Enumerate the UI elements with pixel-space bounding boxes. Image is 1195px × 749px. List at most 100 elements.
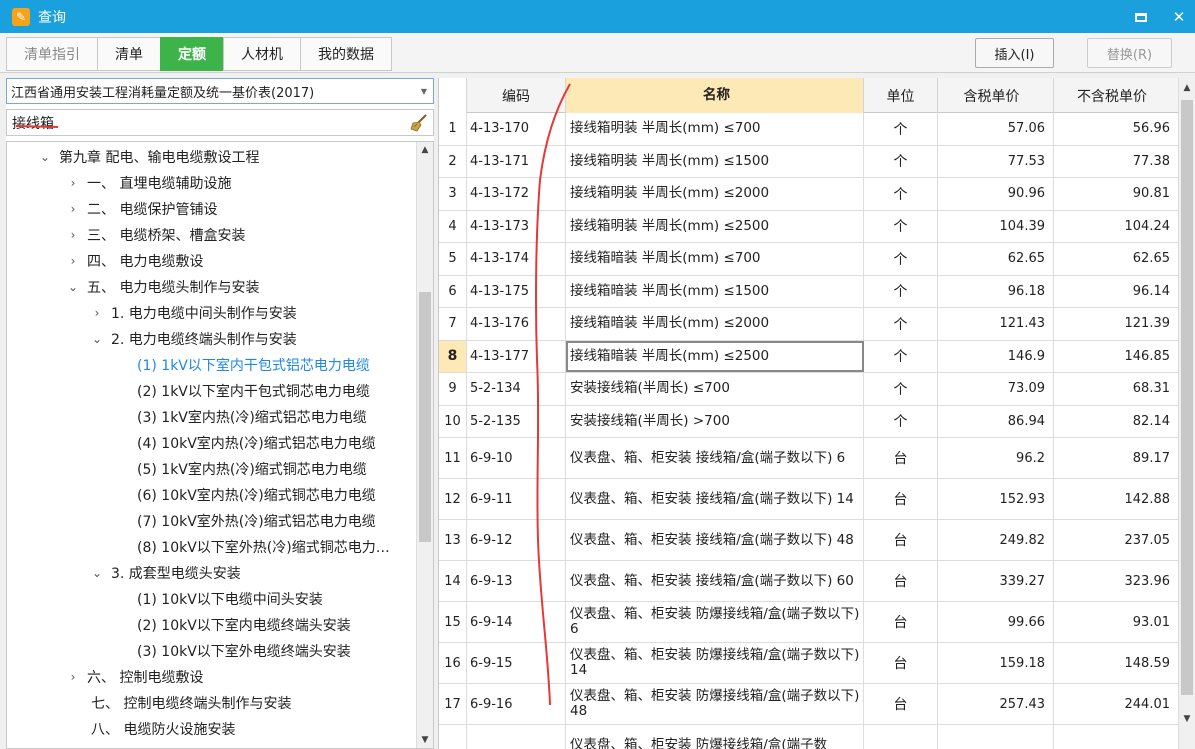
chevron-right-icon[interactable]: › <box>67 202 79 216</box>
table-row[interactable]: 10 5-2-135 安装接线箱(半周长) >700 个 86.94 82.14 <box>439 405 1179 438</box>
code-cell[interactable]: 5-2-134 <box>467 373 566 405</box>
tree-item[interactable]: › 一、 直埋电缆辅助设施 <box>67 170 232 196</box>
name-cell[interactable]: 仪表盘、箱、柜安装 接线箱/盒(端子数以下) 14 <box>566 479 864 519</box>
header-unit[interactable]: 单位 <box>864 78 938 113</box>
unit-cell[interactable]: 个 <box>864 210 938 242</box>
tree-item[interactable]: (2) 10kV以下室内电缆终端头安装 <box>137 612 351 638</box>
unit-cell[interactable]: 台 <box>864 438 938 478</box>
code-cell[interactable]: 6-9-15 <box>467 643 566 683</box>
code-cell[interactable]: 4-13-174 <box>467 243 566 275</box>
notax-price-cell[interactable]: 148.59 <box>1054 643 1179 683</box>
name-cell[interactable]: 接线箱明装 半周长(mm) ≤700 <box>566 113 864 145</box>
table-row[interactable]: 14 6-9-13 仪表盘、箱、柜安装 接线箱/盒(端子数以下) 60 台 339.27… <box>439 561 1179 602</box>
unit-cell[interactable]: 个 <box>864 178 938 210</box>
tree-scrollbar[interactable]: ▲ ▼ <box>416 142 433 748</box>
insert-button[interactable]: 插入(I) <box>975 38 1054 68</box>
tree-item[interactable]: (1) 1kV以下室内干包式铝芯电力电缆 <box>137 352 370 378</box>
table-row[interactable]: 6 4-13-175 接线箱暗装 半周长(mm) ≤1500 个 96.18 96.14 <box>439 275 1179 308</box>
code-cell[interactable]: 4-13-172 <box>467 178 566 210</box>
scroll-up-icon[interactable]: ▲ <box>417 142 433 158</box>
name-cell[interactable]: 接线箱明装 半周长(mm) ≤2500 <box>566 210 864 242</box>
tax-price-cell[interactable]: 121.43 <box>938 308 1054 340</box>
table-row[interactable]: 12 6-9-11 仪表盘、箱、柜安装 接线箱/盒(端子数以下) 14 台 152.93… <box>439 479 1179 520</box>
tree-item[interactable]: (8) 10kV以下室外热(冷)缩式铜芯电力… <box>137 534 390 560</box>
notax-price-cell[interactable]: 142.88 <box>1054 479 1179 519</box>
tab-3[interactable]: 人材机 <box>223 37 300 71</box>
header-notax-price[interactable]: 不含税单价 <box>1054 78 1179 113</box>
chevron-down-icon[interactable]: ⌄ <box>91 332 103 346</box>
tax-price-cell[interactable]: 96.2 <box>938 438 1054 478</box>
tax-price-cell[interactable]: 249.82 <box>938 520 1054 560</box>
tree-item[interactable]: 八、 电缆防火设施安装 <box>91 716 235 742</box>
table-row[interactable]: 3 4-13-172 接线箱明装 半周长(mm) ≤2000 个 90.96 90.81 <box>439 178 1179 211</box>
minimize-icon[interactable] <box>1133 8 1149 26</box>
tab-1[interactable]: 清单 <box>97 37 160 71</box>
tab-4[interactable]: 我的数据 <box>300 37 392 71</box>
tree-item[interactable]: (7) 10kV室外热(冷)缩式铝芯电力电缆 <box>137 508 376 534</box>
tree-item[interactable]: (5) 1kV室内热(冷)缩式铜芯电力电缆 <box>137 456 367 482</box>
broom-icon[interactable] <box>409 113 429 133</box>
notax-price-cell[interactable]: 237.05 <box>1054 520 1179 560</box>
tree-item[interactable]: ⌄ 第九章 配电、输电电缆敷设工程 <box>39 144 259 170</box>
tab-0[interactable]: 清单指引 <box>6 37 97 71</box>
header-code[interactable]: 编码 <box>467 78 566 113</box>
scroll-up-icon[interactable]: ▲ <box>1179 80 1195 96</box>
tree-item[interactable]: › 1. 电力电缆中间头制作与安装 <box>91 300 297 326</box>
chevron-right-icon[interactable]: › <box>91 306 103 320</box>
name-cell[interactable]: 仪表盘、箱、柜安装 接线箱/盒(端子数以下) 48 <box>566 520 864 560</box>
notax-price-cell[interactable] <box>1054 725 1179 749</box>
table-row[interactable]: 8 4-13-177 接线箱暗装 半周长(mm) ≤2500 个 146.9 146.85 <box>439 340 1179 373</box>
grid-scrollbar[interactable]: ▲ ▼ <box>1178 78 1195 749</box>
tax-price-cell[interactable]: 159.18 <box>938 643 1054 683</box>
name-cell[interactable]: 接线箱暗装 半周长(mm) ≤2500 <box>566 340 864 372</box>
unit-cell[interactable]: 个 <box>864 275 938 307</box>
table-row[interactable]: 7 4-13-176 接线箱暗装 半周长(mm) ≤2000 个 121.43 121.3… <box>439 308 1179 341</box>
tax-price-cell[interactable]: 152.93 <box>938 479 1054 519</box>
chevron-down-icon[interactable]: ⌄ <box>39 150 51 164</box>
scroll-down-icon[interactable]: ▼ <box>417 732 433 748</box>
scroll-thumb[interactable] <box>419 292 431 542</box>
name-cell[interactable]: 仪表盘、箱、柜安装 防爆接线箱/盒(端子数以下) 48 <box>566 684 864 724</box>
notax-price-cell[interactable]: 90.81 <box>1054 178 1179 210</box>
code-cell[interactable]: 4-13-171 <box>467 145 566 177</box>
notax-price-cell[interactable]: 68.31 <box>1054 373 1179 405</box>
tree-item[interactable]: (3) 10kV以下室外电缆终端头安装 <box>137 638 351 664</box>
unit-cell[interactable]: 个 <box>864 405 938 437</box>
unit-cell[interactable] <box>864 725 938 749</box>
name-cell[interactable]: 安装接线箱(半周长) >700 <box>566 405 864 437</box>
tax-price-cell[interactable]: 99.66 <box>938 602 1054 642</box>
header-index[interactable] <box>439 78 467 113</box>
notax-price-cell[interactable]: 62.65 <box>1054 243 1179 275</box>
code-cell[interactable] <box>467 725 566 749</box>
tax-price-cell[interactable]: 104.39 <box>938 210 1054 242</box>
tax-price-cell[interactable]: 86.94 <box>938 405 1054 437</box>
chevron-right-icon[interactable]: › <box>67 670 79 684</box>
code-cell[interactable]: 6-9-11 <box>467 479 566 519</box>
header-tax-price[interactable]: 含税单价 <box>938 78 1054 113</box>
tax-price-cell[interactable]: 90.96 <box>938 178 1054 210</box>
name-cell[interactable]: 接线箱明装 半周长(mm) ≤1500 <box>566 145 864 177</box>
unit-cell[interactable]: 台 <box>864 684 938 724</box>
code-cell[interactable]: 4-13-173 <box>467 210 566 242</box>
tree-item[interactable]: (2) 1kV以下室内干包式铜芯电力电缆 <box>137 378 370 404</box>
name-cell[interactable]: 接线箱暗装 半周长(mm) ≤1500 <box>566 275 864 307</box>
tree-item[interactable]: › 四、 电力电缆敷设 <box>67 248 204 274</box>
unit-cell[interactable]: 台 <box>864 643 938 683</box>
tax-price-cell[interactable]: 62.65 <box>938 243 1054 275</box>
name-cell[interactable]: 仪表盘、箱、柜安装 防爆接线箱/盒(端子数以下) 6 <box>566 602 864 642</box>
library-dropdown[interactable]: 江西省通用安装工程消耗量定额及统一基价表(2017) ▼ <box>6 78 434 104</box>
tax-price-cell[interactable]: 257.43 <box>938 684 1054 724</box>
name-cell[interactable]: 接线箱暗装 半周长(mm) ≤700 <box>566 243 864 275</box>
search-input[interactable]: 接线箱 <box>6 109 434 136</box>
tax-price-cell[interactable]: 77.53 <box>938 145 1054 177</box>
name-cell[interactable]: 仪表盘、箱、柜安装 接线箱/盒(端子数以下) 6 <box>566 438 864 478</box>
tax-price-cell[interactable]: 73.09 <box>938 373 1054 405</box>
name-cell[interactable]: 接线箱明装 半周长(mm) ≤2000 <box>566 178 864 210</box>
unit-cell[interactable]: 台 <box>864 520 938 560</box>
notax-price-cell[interactable]: 96.14 <box>1054 275 1179 307</box>
chevron-down-icon[interactable]: ⌄ <box>67 280 79 294</box>
chevron-down-icon[interactable]: ⌄ <box>91 566 103 580</box>
name-cell[interactable]: 仪表盘、箱、柜安装 防爆接线箱/盒(端子数以下) 14 <box>566 643 864 683</box>
tax-price-cell[interactable]: 146.9 <box>938 340 1054 372</box>
tax-price-cell[interactable]: 96.18 <box>938 275 1054 307</box>
